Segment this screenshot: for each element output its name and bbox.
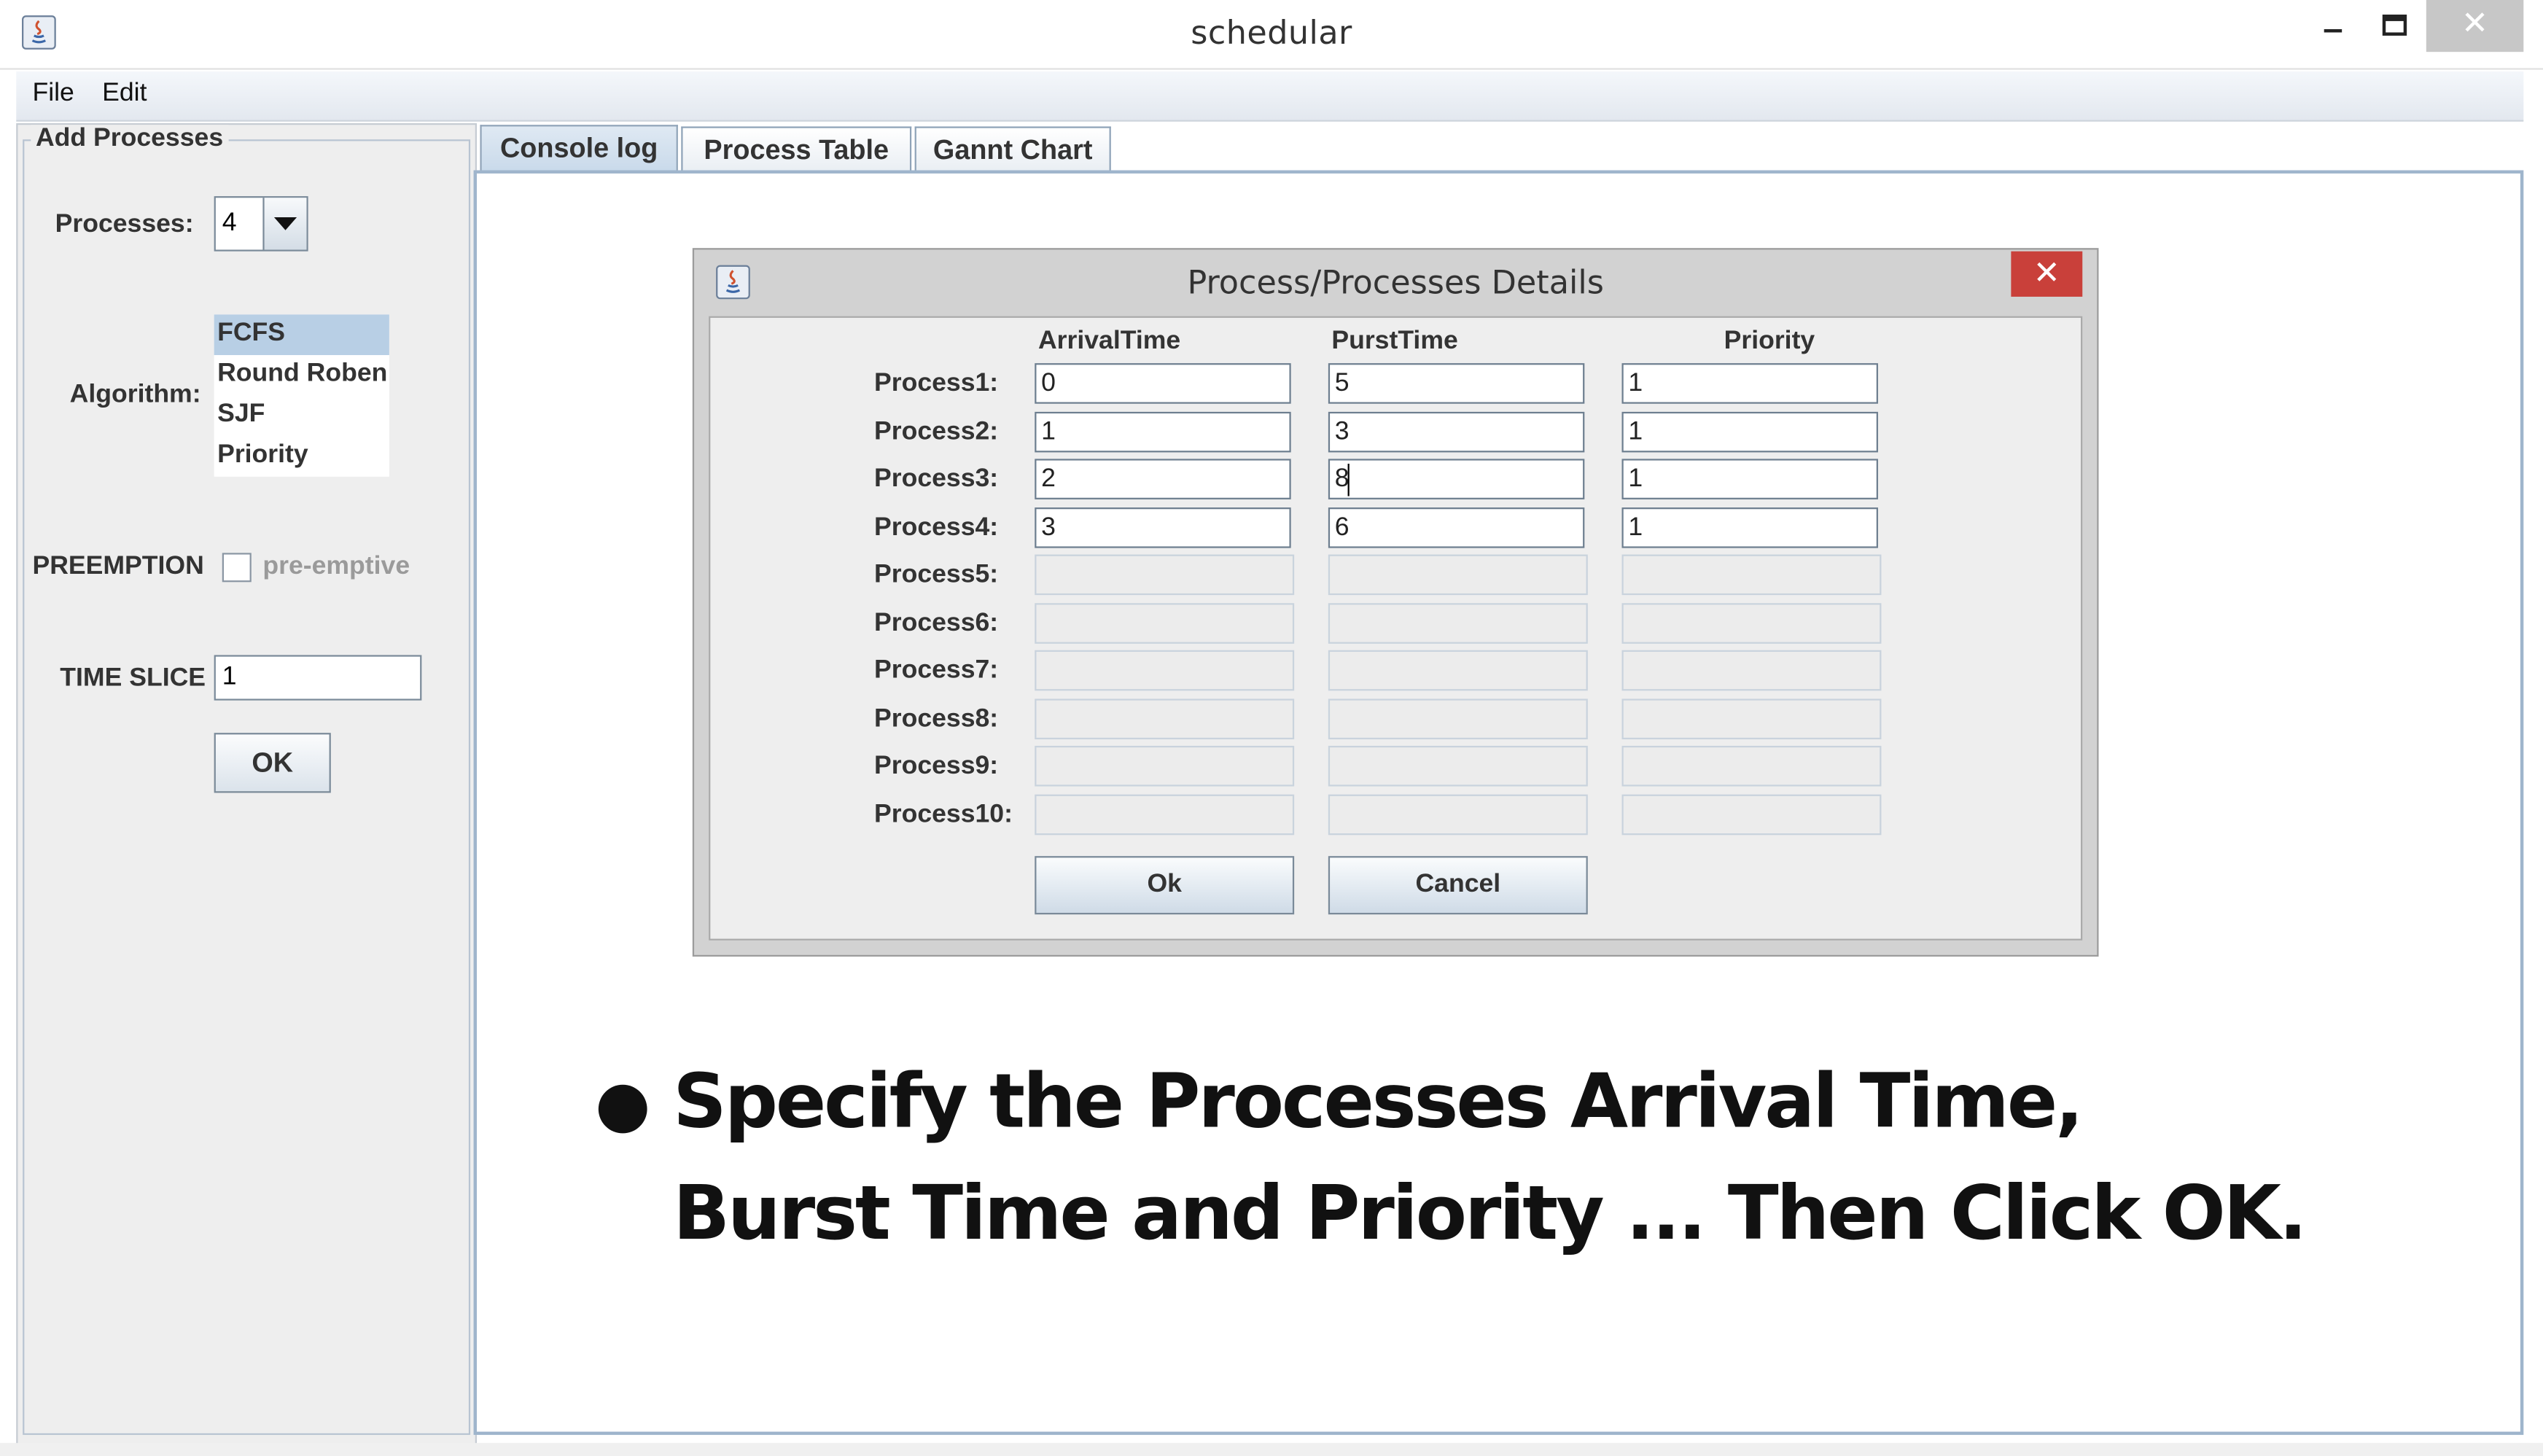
algorithm-option-sjf[interactable]: SJF [214, 396, 389, 437]
process-row-label: Process9: [874, 752, 999, 780]
time-slice-value: 1 [222, 663, 237, 691]
purst-time-field[interactable] [1328, 554, 1588, 596]
time-slice-input[interactable]: 1 [214, 655, 422, 701]
arrival-time-field[interactable]: 2 [1035, 459, 1291, 499]
arrival-time-field[interactable] [1035, 745, 1295, 787]
column-header-arrival-time: ArrivalTime [1037, 327, 1181, 356]
purst-time-field[interactable] [1328, 650, 1588, 691]
arrival-time-field[interactable]: 3 [1035, 506, 1291, 548]
processes-label: Processes: [55, 211, 194, 238]
column-header-purst-time: PurstTime [1331, 327, 1458, 356]
priority-field[interactable] [1621, 602, 1882, 643]
text-cursor [1347, 464, 1350, 497]
tab-process-table[interactable]: Process Table [681, 126, 912, 172]
algorithm-option-fcfs[interactable]: FCFS [214, 314, 389, 356]
process-row-label: Process7: [874, 656, 999, 685]
arrival-time-field[interactable] [1035, 650, 1295, 691]
arrival-time-field[interactable]: 1 [1035, 410, 1291, 452]
preemption-label: PREEMPTION [32, 553, 204, 581]
close-icon: ✕ [2461, 3, 2489, 42]
dialog-cancel-button[interactable]: Cancel [1328, 856, 1588, 915]
purst-time-field[interactable]: 8 [1328, 459, 1585, 499]
chevron-down-icon [273, 217, 297, 230]
purst-time-field[interactable] [1328, 793, 1588, 835]
algorithm-label: Algorithm: [69, 381, 201, 409]
priority-field[interactable]: 1 [1621, 506, 1878, 548]
menu-file[interactable]: File [32, 79, 74, 109]
column-header-priority: Priority [1724, 327, 1815, 356]
purst-time-field[interactable] [1328, 602, 1588, 643]
dialog-ok-button[interactable]: Ok [1035, 856, 1295, 915]
arrival-time-field[interactable] [1035, 554, 1295, 596]
menu-bar: File Edit [16, 71, 2524, 122]
priority-field[interactable] [1621, 793, 1882, 835]
algorithm-list[interactable]: FCFS Round Roben SJF Priority [214, 314, 389, 477]
tab-console-log[interactable]: Console log [480, 125, 678, 174]
preemptive-checkbox[interactable] [222, 553, 252, 583]
processes-combobox[interactable]: 4 [214, 196, 308, 252]
combobox-arrow-button[interactable] [262, 198, 307, 250]
priority-field[interactable] [1621, 698, 1882, 739]
maximize-icon[interactable] [2371, 3, 2420, 52]
priority-field[interactable] [1621, 650, 1882, 691]
process-row-label: Process8: [874, 704, 999, 733]
algorithm-option-priority[interactable]: Priority [214, 436, 389, 477]
purst-time-field[interactable]: 6 [1328, 506, 1585, 548]
process-row-label: Process4: [874, 513, 999, 541]
priority-field[interactable]: 1 [1621, 459, 1878, 499]
window-title: schedular [1191, 12, 1352, 52]
priority-field[interactable] [1621, 554, 1882, 596]
bottom-strip [0, 1443, 2543, 1456]
processes-value: 4 [222, 209, 237, 237]
dialog-title: Process/Processes Details [1187, 262, 1604, 302]
algorithm-option-round-roben[interactable]: Round Roben [214, 355, 389, 396]
process-row-label: Process2: [874, 417, 999, 445]
arrival-time-field[interactable] [1035, 602, 1295, 643]
menu-edit[interactable]: Edit [102, 79, 147, 109]
instruction-line-2: Burst Time and Priority ... Then Click O… [673, 1169, 2307, 1257]
arrival-time-field[interactable] [1035, 698, 1295, 739]
preemptive-checkbox-label: pre-emptive [262, 553, 410, 581]
dialog-close-button[interactable]: ✕ [2011, 251, 2083, 297]
process-row-label: Process3: [874, 465, 999, 494]
process-row-label: Process5: [874, 561, 999, 589]
priority-field[interactable]: 1 [1621, 410, 1878, 452]
purst-time-field[interactable] [1328, 698, 1588, 739]
purst-time-field[interactable] [1328, 745, 1588, 787]
minimize-icon[interactable] [2310, 3, 2359, 52]
bullet-point [598, 1084, 647, 1134]
priority-field[interactable] [1621, 745, 1882, 787]
tab-gannt-chart[interactable]: Gannt Chart [914, 126, 1111, 172]
purst-time-field[interactable]: 3 [1328, 410, 1585, 452]
window-close-button[interactable]: ✕ [2426, 0, 2524, 52]
ok-button[interactable]: OK [214, 733, 331, 793]
time-slice-label: TIME SLICE [60, 664, 206, 693]
close-icon: ✕ [2033, 252, 2060, 292]
purst-time-field[interactable]: 5 [1328, 363, 1585, 404]
process-row-label: Process1: [874, 370, 999, 397]
instruction-line-1: Specify the Processes Arrival Time, [673, 1056, 2084, 1145]
arrival-time-field[interactable]: 0 [1035, 363, 1291, 404]
process-row-label: Process6: [874, 609, 999, 636]
group-title: Add Processes [31, 125, 228, 155]
priority-field[interactable]: 1 [1621, 363, 1878, 404]
arrival-time-field[interactable] [1035, 793, 1295, 835]
process-row-label: Process10: [874, 800, 1013, 828]
